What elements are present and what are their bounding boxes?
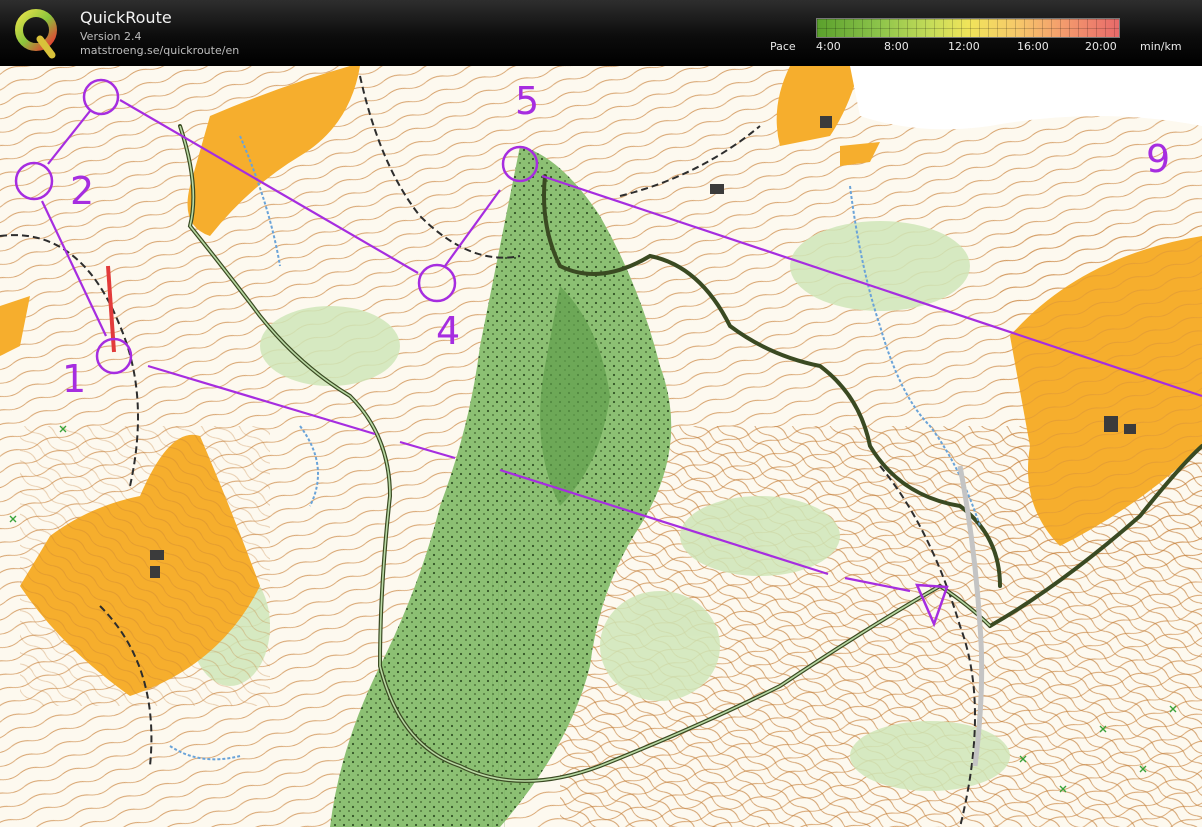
control-number-1: 1 [62,357,86,401]
pace-tick: 20:00 [1085,40,1117,53]
orienteering-map[interactable]: 1 2 4 5 9 [0,66,1202,827]
control-number-9: 9 [1146,137,1170,181]
app-title: QuickRoute [80,8,172,27]
pace-label: Pace [770,40,796,53]
open-land-contours-west [20,426,270,706]
quickroute-logo-icon [15,9,57,59]
app-url-link[interactable]: matstroeng.se/quickroute/en [80,44,239,57]
pace-tick: 4:00 [816,40,841,53]
pace-color-scale [816,18,1120,38]
control-number-4: 4 [436,309,460,353]
map-canvas[interactable]: 1 2 4 5 9 [0,66,1202,827]
pace-tick: 16:00 [1017,40,1049,53]
pace-tick: 12:00 [948,40,980,53]
app-version: Version 2.4 [80,30,142,43]
control-number-2: 2 [70,169,94,213]
pace-tick: 8:00 [884,40,909,53]
control-number-5: 5 [515,79,539,123]
pace-unit: min/km [1140,40,1182,53]
undergrowth [490,536,510,827]
app-header: QuickRoute Version 2.4 matstroeng.se/qui… [0,0,1202,66]
open-land-contours [1000,226,1202,566]
